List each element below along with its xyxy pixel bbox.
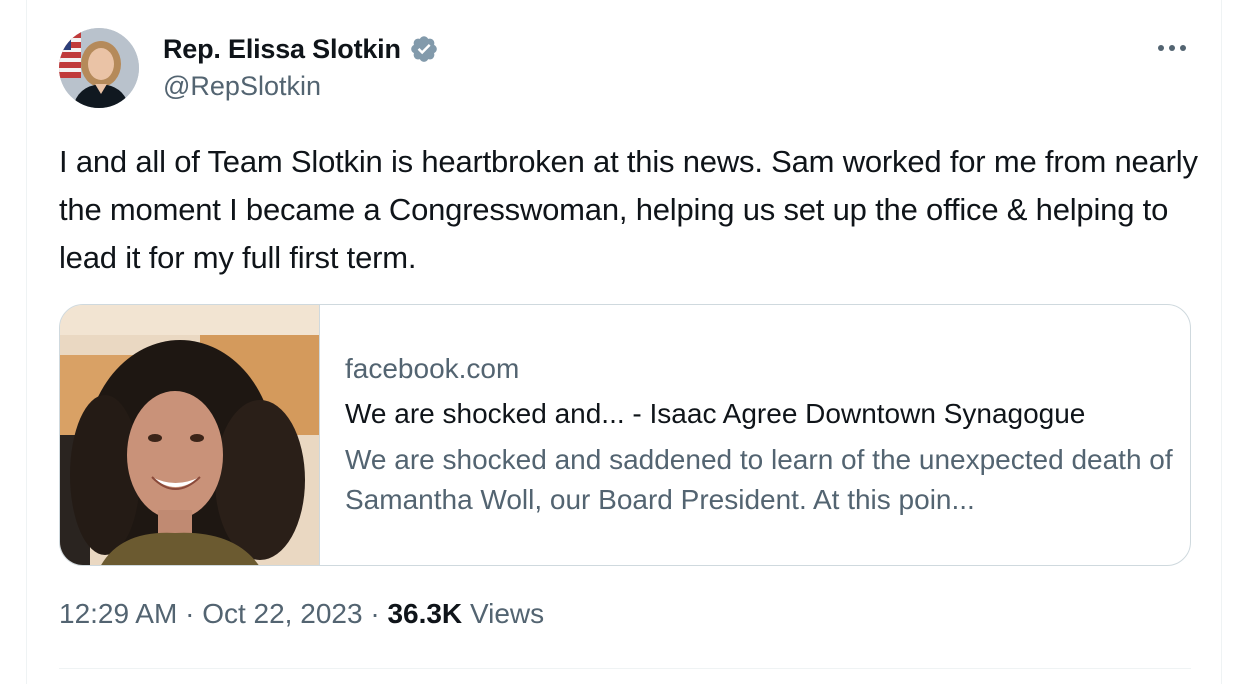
author-handle[interactable]: @RepSlotkin <box>163 71 321 102</box>
author-avatar[interactable] <box>59 28 139 108</box>
page: Rep. Elissa Slotkin @RepSlotkin I and al… <box>0 0 1256 684</box>
views-label: Views <box>469 598 545 629</box>
tweet-time[interactable]: 12:29 AM <box>59 598 177 629</box>
tweet-text: I and all of Team Slotkin is heartbroken… <box>59 144 1198 275</box>
avatar-photo <box>59 28 139 108</box>
link-domain: facebook.com <box>345 353 520 384</box>
tweet-date[interactable]: Oct 22, 2023 <box>202 598 362 629</box>
link-title: We are shocked and... - Isaac Agree Down… <box>345 398 1086 429</box>
link-description: We are shocked and saddened to learn of … <box>345 444 1173 515</box>
divider <box>59 668 1191 669</box>
link-preview-image <box>60 305 320 565</box>
views-count[interactable]: 36.3K <box>387 598 462 629</box>
meta-separator: · <box>185 598 195 629</box>
verified-badge-icon[interactable] <box>409 34 439 64</box>
author-name-row[interactable]: Rep. Elissa Slotkin <box>163 30 439 68</box>
author-display-name[interactable]: Rep. Elissa Slotkin <box>163 34 401 65</box>
tweet-meta: 12:29 AM · Oct 22, 2023 · 36.3K Views <box>59 598 544 630</box>
link-preview-card[interactable]: facebook.com We are shocked and... - Isa… <box>59 304 1191 566</box>
meta-separator: · <box>370 598 380 629</box>
more-options-button[interactable] <box>1150 32 1194 64</box>
more-dots-icon <box>1158 45 1186 51</box>
